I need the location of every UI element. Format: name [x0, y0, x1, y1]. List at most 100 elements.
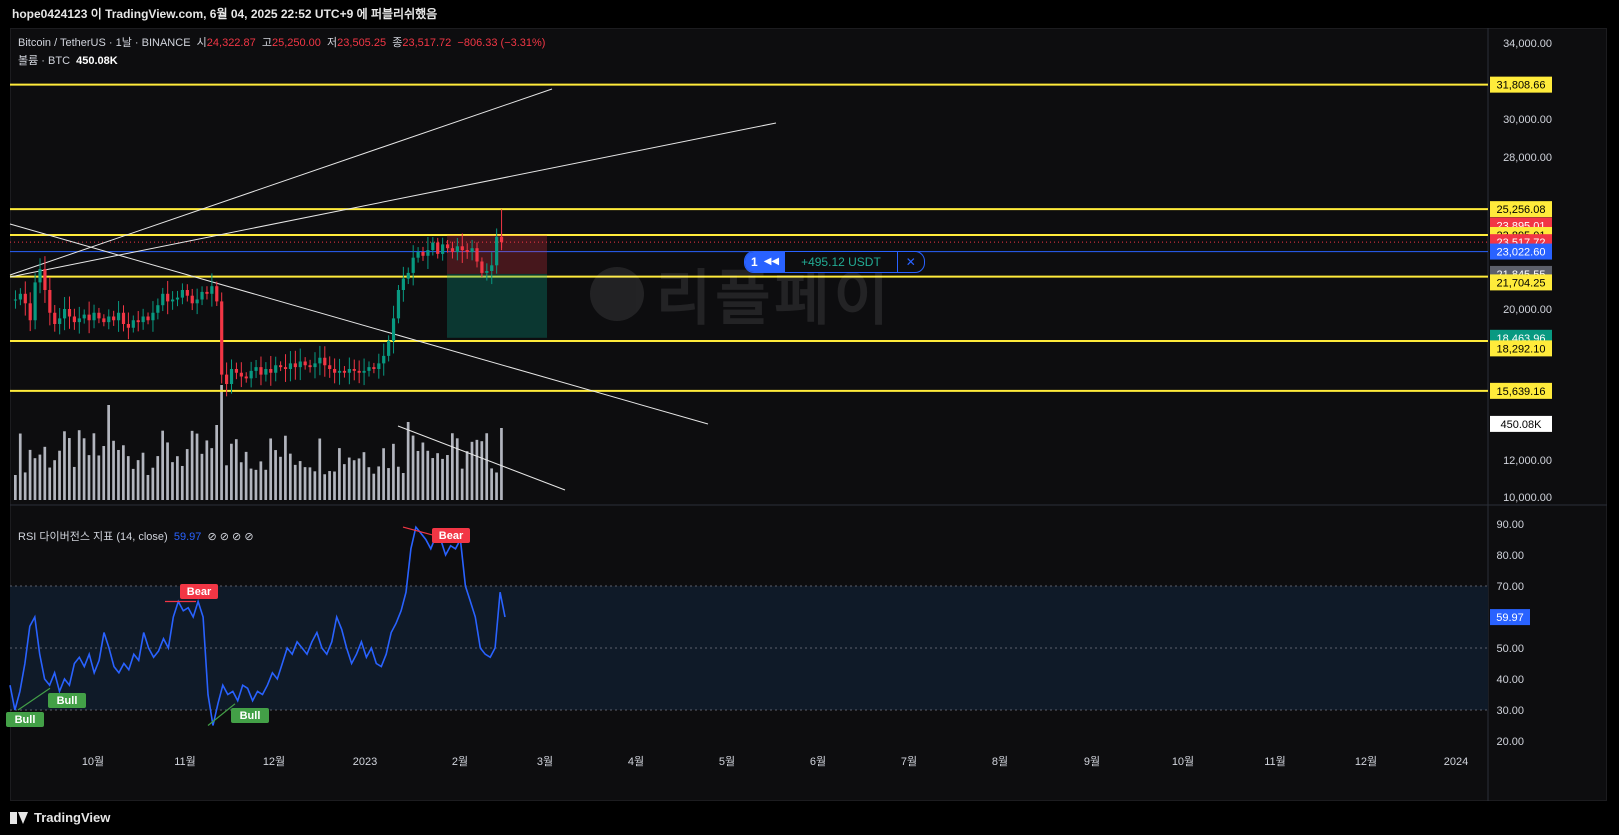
volume-bar — [220, 385, 223, 500]
volume-bar — [112, 440, 115, 500]
time-axis-tick: 8월 — [992, 755, 1008, 768]
symbol-name[interactable]: Bitcoin / TetherUS · 1날 · BINANCE — [18, 37, 191, 49]
volume-bar — [200, 453, 204, 500]
time-axis-tick: 5월 — [719, 755, 735, 768]
candle-body — [175, 297, 180, 300]
candle-body — [33, 282, 37, 321]
candle-body — [259, 367, 263, 375]
low-value: 23,505.25 — [337, 37, 387, 49]
candle-body — [421, 252, 425, 256]
hidden-icon[interactable]: ⊘ — [244, 531, 253, 543]
candle-body — [367, 367, 371, 371]
candle-body — [288, 363, 293, 369]
divergence-label-text: Bull — [57, 695, 78, 707]
candle-body — [97, 312, 101, 319]
volume-bar — [406, 421, 410, 500]
candle-body — [141, 316, 145, 323]
candle-body — [195, 299, 199, 304]
candle-body — [215, 286, 219, 302]
symbol-legend: Bitcoin / TetherUS · 1날 · BINANCE 시24,32… — [18, 34, 545, 50]
candle-body — [92, 312, 96, 321]
volume-bar — [205, 440, 209, 500]
candle-body — [357, 370, 361, 373]
hidden-icon[interactable]: ⊘ — [207, 531, 216, 543]
candle-body — [146, 316, 150, 321]
candle-body — [406, 272, 410, 279]
volume-bar — [328, 471, 331, 500]
candle-body — [485, 271, 489, 273]
high-value: 25,250.00 — [271, 37, 321, 49]
candle-body — [234, 369, 239, 373]
volume-bar — [58, 450, 61, 500]
volume-bar — [470, 441, 474, 500]
candle-body — [362, 370, 366, 373]
volume-bar — [450, 433, 454, 500]
reverse-icon[interactable]: ◀◀ — [763, 252, 786, 272]
candle-body — [387, 340, 391, 356]
candle-body — [112, 316, 116, 321]
volume-bar — [401, 473, 405, 500]
price-axis-tick: 34,000.00 — [1503, 38, 1552, 50]
volume-bar — [460, 468, 464, 500]
volume-bar — [259, 461, 263, 500]
volume-bar — [215, 425, 219, 500]
volume-bar — [23, 472, 27, 500]
close-position-button[interactable]: ✕ — [898, 252, 924, 272]
volume-bar — [239, 462, 243, 500]
price-axis-label-text: 25,256.08 — [1497, 204, 1546, 216]
volume-bar — [269, 438, 273, 500]
volume-bar — [441, 458, 444, 500]
candle-body — [53, 312, 57, 324]
volume-bar — [225, 465, 228, 500]
volume-bar — [33, 458, 37, 500]
volume-bar — [161, 430, 165, 500]
volume-bar — [495, 472, 498, 500]
candle-body — [431, 242, 435, 251]
rsi-current-label-text: 59.97 — [1496, 612, 1524, 624]
candle-body — [185, 290, 189, 296]
volume-bar — [318, 438, 322, 500]
rsi-value: 59.97 — [173, 531, 202, 543]
hidden-icon[interactable]: ⊘ — [232, 531, 241, 543]
volume-bar — [264, 469, 268, 500]
volume-bar — [387, 468, 390, 500]
volume-bar — [230, 443, 233, 500]
candle-body — [210, 286, 214, 294]
volume-bar — [411, 435, 415, 500]
candle-body — [58, 318, 62, 324]
volume-bar — [53, 460, 56, 500]
rsi-name[interactable]: RSI 다이버전스 지표 (14, close) — [18, 531, 168, 543]
volume-bar — [392, 443, 395, 500]
volume-bar — [117, 449, 120, 500]
chart-canvas[interactable]: 34,000.00 30,000.00 28,000.00 20,000.00 12,0… — [0, 0, 1619, 835]
footer: TradingView — [10, 805, 110, 831]
position-widget[interactable]: 1 ◀◀ +495.12 USDT ✕ — [744, 251, 925, 273]
candle-body — [323, 357, 327, 366]
candle-body — [48, 290, 52, 313]
volume-bar — [171, 462, 174, 500]
candle-body — [441, 244, 445, 254]
hidden-icon[interactable]: ⊘ — [220, 531, 229, 543]
volume-bar — [308, 467, 312, 500]
rsi-legend: RSI 다이버전스 지표 (14, close) 59.97 ⊘ ⊘ ⊘ ⊘ — [18, 528, 254, 544]
volume-bar — [63, 431, 66, 500]
rsi-axis-tick: 20.00 — [1496, 736, 1524, 748]
candle-body — [225, 374, 229, 384]
volume-bar — [446, 455, 449, 500]
rsi-axis-tick: 80.00 — [1496, 550, 1524, 562]
volume-bar — [97, 455, 101, 500]
candle-body — [416, 252, 420, 258]
candle-body — [131, 320, 135, 328]
candle-body — [396, 290, 401, 319]
close-value: 23,517.72 — [402, 37, 452, 49]
volume-bar — [38, 454, 42, 500]
price-axis-tick: 20,000.00 — [1503, 304, 1552, 316]
volume-bar — [338, 448, 341, 500]
position-qty: 1 — [745, 252, 764, 272]
volume-bar — [274, 450, 277, 500]
volume-bar — [176, 456, 179, 500]
take-profit-zone[interactable] — [447, 273, 547, 338]
volume-bar — [333, 471, 336, 500]
volume-bar — [102, 446, 106, 500]
candle-body — [342, 370, 347, 373]
